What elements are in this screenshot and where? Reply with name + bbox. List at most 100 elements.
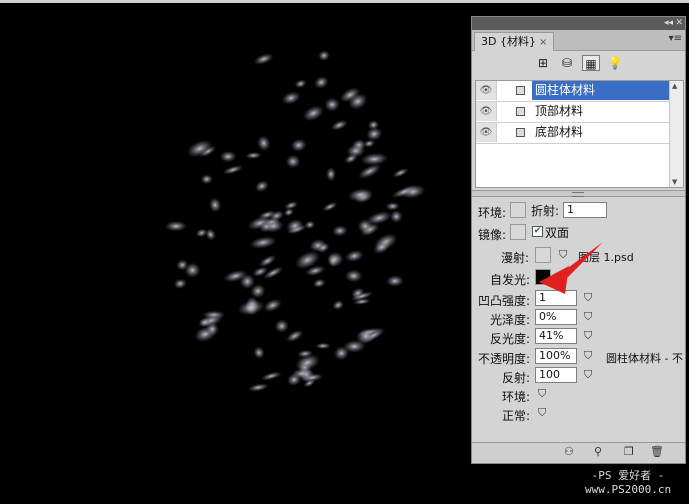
sphere-highlight <box>258 254 277 268</box>
watermark: -PS 爱好者 - www.PS2000.cn <box>585 469 671 497</box>
toggle-lights-icon[interactable]: ⚲ <box>594 445 602 458</box>
bump-label: 凹凸强度: <box>478 294 531 308</box>
trash-icon[interactable]: 🗑 <box>650 445 664 458</box>
sphere-highlight <box>164 220 188 232</box>
panel-menu-icon[interactable]: ▾≡ <box>669 33 682 44</box>
environment-swatch[interactable] <box>510 202 526 218</box>
sphere-highlight <box>330 119 348 131</box>
material-icon <box>516 86 525 95</box>
sphere-highlight <box>285 154 301 169</box>
refraction-field[interactable]: 1 <box>563 202 607 218</box>
scroll-down-icon[interactable]: ▼ <box>672 178 677 186</box>
scroll-up-icon[interactable]: ▲ <box>672 82 677 90</box>
env-label: 环境: <box>502 390 531 404</box>
texture-menu-icon[interactable]: ⛉ <box>584 368 600 382</box>
sphere-highlight <box>357 219 374 234</box>
sphere-highlight <box>392 168 409 178</box>
sphere-highlight <box>324 97 340 112</box>
list-scrollbar[interactable]: ▲ ▼ <box>669 81 683 187</box>
panel-tab-row: 3D {材料} × ▾≡ <box>472 30 685 51</box>
sphere-highlight <box>257 135 271 151</box>
filter-toolbar: ⊞ ⛁ ▦ 💡 <box>472 51 685 77</box>
material-icon <box>516 128 525 137</box>
scene-filter-icon[interactable]: ⊞ <box>534 55 552 71</box>
sphere-highlight <box>237 300 265 316</box>
sphere-highlight <box>222 165 244 175</box>
tab-label: 3D {材料} <box>481 35 536 48</box>
sphere-highlight <box>345 250 364 262</box>
mesh-filter-icon[interactable]: ⛁ <box>558 55 576 71</box>
material-label: 底部材料 <box>535 125 584 139</box>
material-filter-icon[interactable]: ▦ <box>582 55 600 71</box>
red-arrow-annotation <box>539 242 603 294</box>
eye-icon[interactable]: 👁 <box>476 102 497 121</box>
mirror-label: 镜像: <box>478 228 507 242</box>
sphere-highlight <box>385 275 404 287</box>
gloss-field[interactable]: 0% <box>535 309 577 325</box>
new-icon[interactable]: ❐ <box>624 445 634 458</box>
top-edge <box>0 0 689 3</box>
sphere-highlight <box>312 278 326 288</box>
sphere-highlight <box>332 225 348 237</box>
material-list: 👁 圆柱体材料 👁 顶部材料 👁 底部材料 ▲ ▼ <box>475 80 684 188</box>
document-canvas[interactable] <box>0 0 470 501</box>
refraction-label: 折射: <box>531 204 560 218</box>
sphere-highlight <box>318 50 330 61</box>
sphere-highlight <box>274 319 289 333</box>
material-label: 顶部材料 <box>535 104 584 118</box>
environment-label: 环境: <box>478 206 507 220</box>
opacity-label: 不透明度: <box>478 352 531 366</box>
double-sided-checkbox[interactable]: ✔ <box>532 226 543 237</box>
sphere-highlight <box>253 346 265 359</box>
list-item[interactable]: 👁 圆柱体材料 <box>476 81 683 102</box>
material-icon <box>516 107 525 116</box>
panel-titlebar[interactable]: ◂◂ ✕ <box>472 17 685 30</box>
sphere-highlight <box>347 188 374 202</box>
texture-menu-icon[interactable]: ⛉ <box>584 310 600 324</box>
gloss-label: 光泽度: <box>490 313 531 327</box>
close-icon[interactable]: ✕ <box>675 17 683 30</box>
sphere-highlight <box>200 174 213 185</box>
sphere-highlight <box>315 342 331 350</box>
sphere-highlight <box>389 210 403 223</box>
eye-icon[interactable]: 👁 <box>476 123 497 142</box>
light-filter-icon[interactable]: 💡 <box>606 55 624 71</box>
watermark-line2: www.PS2000.cn <box>585 483 672 496</box>
list-item[interactable]: 👁 底部材料 <box>476 123 683 144</box>
sphere-highlight <box>219 150 237 163</box>
panel-splitter[interactable] <box>472 190 685 197</box>
normal-label: 正常: <box>502 409 531 423</box>
opacity-field[interactable]: 100% <box>535 348 577 364</box>
sphere-highlight <box>302 105 324 122</box>
texture-menu-icon[interactable]: ⛉ <box>584 349 600 363</box>
mirror-swatch[interactable] <box>510 224 526 240</box>
tab-close-icon[interactable]: × <box>539 37 547 48</box>
tab-3d-materials[interactable]: 3D {材料} × <box>474 32 555 51</box>
sphere-highlight <box>326 167 336 182</box>
sphere-highlight <box>263 298 282 313</box>
sphere-highlight <box>322 201 338 212</box>
collapse-icon[interactable]: ◂◂ <box>664 17 673 30</box>
diffuse-label: 漫射: <box>501 251 530 265</box>
sphere-highlight <box>290 138 307 152</box>
grip-icon <box>572 192 584 197</box>
panel-bottom-bar: ⚇ ⚲ ❐ 🗑 <box>472 442 685 463</box>
self-illumination-label: 自发光: <box>490 273 531 287</box>
sphere-highlight <box>253 53 274 65</box>
sphere-highlight <box>314 76 329 89</box>
sphere-highlight <box>344 269 363 283</box>
reflection-field[interactable]: 100 <box>535 367 577 383</box>
sphere-highlight <box>248 383 269 392</box>
eye-icon[interactable]: 👁 <box>476 81 497 100</box>
rendered-3d-sphere <box>164 50 426 392</box>
sphere-highlight <box>249 236 277 249</box>
texture-menu-icon[interactable]: ⛉ <box>538 387 554 401</box>
sphere-highlight <box>281 91 301 105</box>
sphere-highlight <box>385 202 400 211</box>
texture-menu-icon[interactable]: ⛉ <box>538 406 554 420</box>
toggle-ground-icon[interactable]: ⚇ <box>564 445 574 458</box>
list-item[interactable]: 👁 顶部材料 <box>476 102 683 123</box>
texture-menu-icon[interactable]: ⛉ <box>584 329 600 343</box>
sphere-highlight <box>332 300 344 311</box>
shine-field[interactable]: 41% <box>535 328 577 344</box>
